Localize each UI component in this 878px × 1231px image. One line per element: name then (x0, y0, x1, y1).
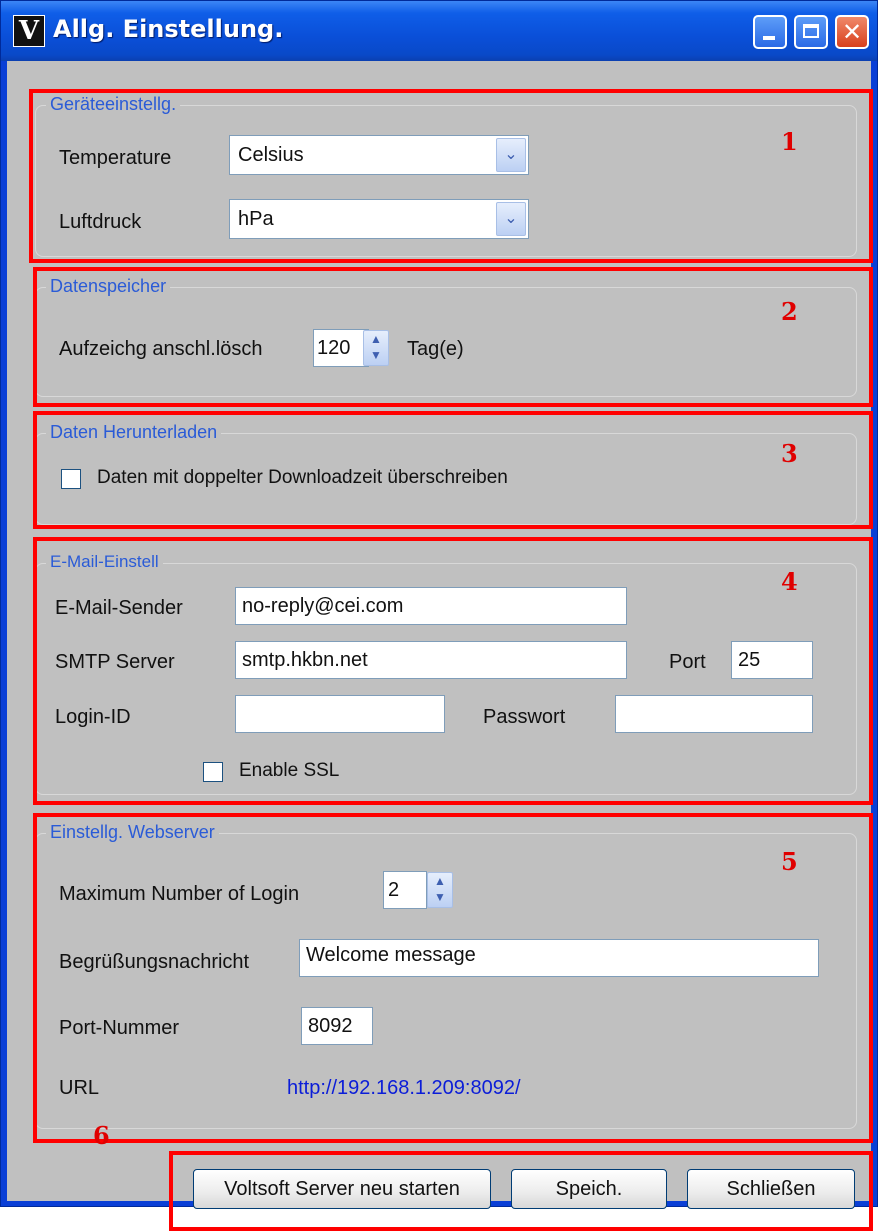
close-icon: ✕ (841, 18, 863, 46)
annotation-box-4 (33, 537, 873, 805)
window-title: Allg. Einstellung. (53, 15, 284, 43)
minimize-button[interactable] (753, 15, 787, 49)
annotation-box-1 (29, 89, 873, 263)
annotation-box-5 (33, 813, 873, 1143)
close-window-button[interactable]: ✕ (835, 15, 869, 49)
annotation-number-3: 3 (781, 439, 798, 468)
minimize-icon (763, 36, 775, 40)
annotation-number-2: 2 (781, 297, 798, 326)
annotation-box-2 (33, 267, 873, 407)
annotation-number-1: 1 (781, 127, 798, 156)
maximize-icon (803, 24, 819, 38)
maximize-button[interactable] (794, 15, 828, 49)
title-bar[interactable]: V Allg. Einstellung. ✕ (1, 1, 877, 61)
annotation-box-3 (33, 411, 873, 529)
dialog-body: Geräteeinstellg. Temperature Celsius ⌄ L… (7, 61, 873, 1231)
annotation-box-6 (169, 1151, 873, 1231)
app-logo-icon: V (13, 15, 45, 47)
annotation-number-5: 5 (781, 847, 798, 876)
settings-window: V Allg. Einstellung. ✕ Geräteeinstellg. … (0, 0, 878, 1231)
annotation-number-4: 4 (781, 567, 798, 596)
annotation-number-6: 6 (93, 1121, 110, 1150)
